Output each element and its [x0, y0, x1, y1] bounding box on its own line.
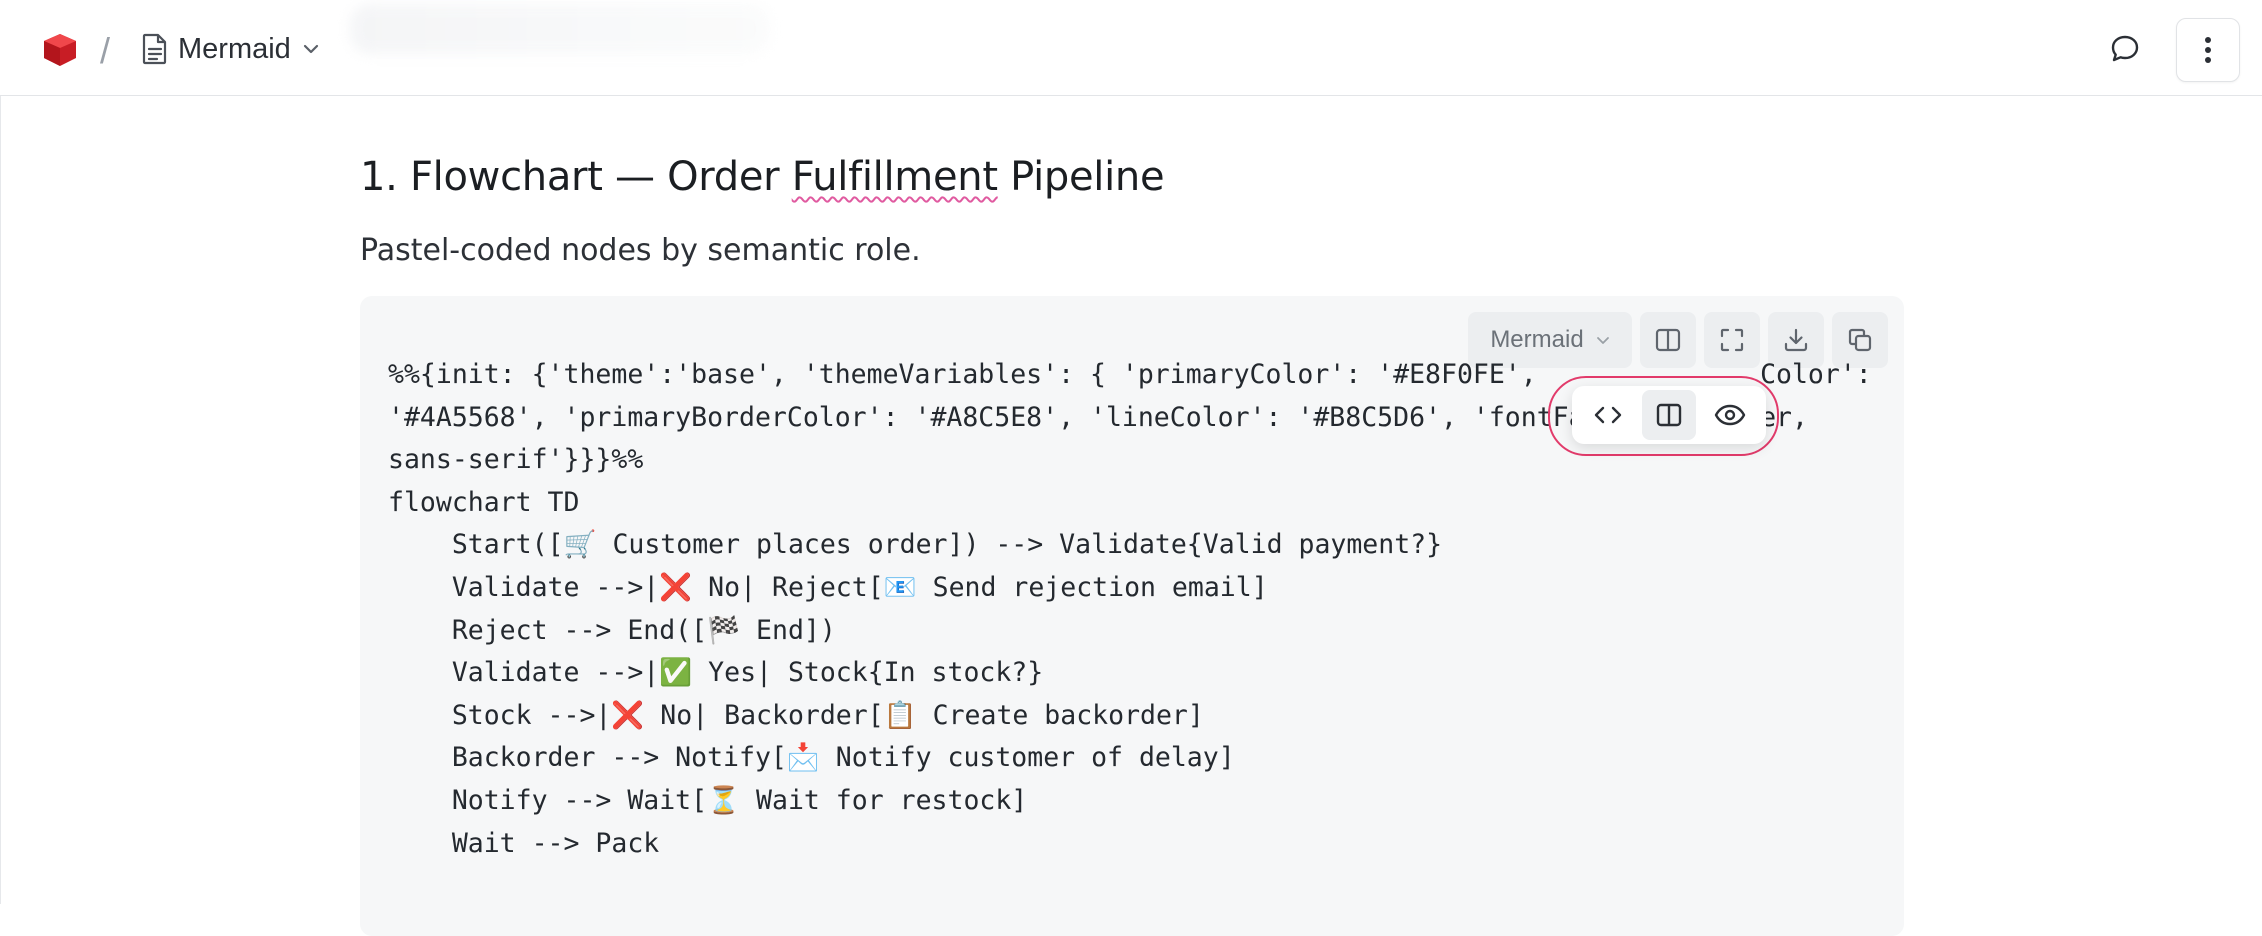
left-divider	[0, 96, 1, 904]
fullscreen-icon	[1720, 328, 1744, 352]
comment-icon	[2111, 35, 2139, 62]
code-line: Notify --> Wait[⏳ Wait for restock]	[388, 784, 1028, 816]
breadcrumb-separator: /	[100, 30, 111, 71]
breadcrumb-document[interactable]: Mermaid	[134, 26, 329, 72]
comment-button[interactable]	[2098, 22, 2152, 76]
document-title: Mermaid	[178, 32, 291, 65]
section-heading: 1. Flowchart — Order Fulfillment Pipelin…	[360, 154, 1165, 200]
heading-text-spellcheck[interactable]: Fulfillment	[792, 154, 998, 200]
more-vertical-icon	[2205, 37, 2211, 63]
code-line: Validate -->|❌ No| Reject[📧 Send rejecti…	[388, 571, 1268, 603]
top-bar: / Mermaid	[0, 0, 2262, 96]
blurred-overlay	[350, 4, 770, 54]
eye-icon	[1714, 404, 1745, 426]
preview-view-button[interactable]	[1703, 390, 1757, 440]
language-select-value: Mermaid	[1490, 326, 1584, 353]
copy-icon	[1848, 328, 1872, 352]
heading-text-start: 1. Flowchart — Order	[360, 154, 792, 200]
view-mode-toggle	[1572, 386, 1766, 444]
code-line: Wait --> Pack	[388, 827, 660, 859]
section-subtitle: Pastel-coded nodes by semantic role.	[360, 233, 921, 268]
split-view-icon	[1656, 403, 1682, 427]
code-line: flowchart TD	[388, 486, 580, 518]
more-options-button[interactable]	[2176, 18, 2240, 82]
document-icon	[142, 33, 167, 65]
code-line: Stock -->|❌ No| Backorder[📋 Create backo…	[388, 699, 1204, 731]
download-icon	[1784, 328, 1808, 352]
code-line: Validate -->|✅ Yes| Stock{In stock?}	[388, 657, 1044, 689]
code-line: Backorder --> Notify[📩 Notify customer o…	[388, 742, 1235, 774]
code-line: Reject --> End([🏁 End])	[388, 614, 836, 646]
split-view-icon	[1655, 328, 1681, 352]
code-view-button[interactable]	[1581, 390, 1635, 440]
code-icon	[1595, 406, 1622, 424]
app-logo[interactable]	[42, 32, 78, 68]
code-line: sans-serif'}}}%%	[388, 444, 644, 476]
code-line: Start([🛒 Customer places order]) --> Val…	[388, 529, 1443, 561]
split-view-mode-button[interactable]	[1641, 390, 1696, 440]
chevron-down-icon	[1596, 337, 1609, 344]
heading-text-end: Pipeline	[997, 154, 1165, 200]
chevron-down-icon	[303, 44, 318, 54]
